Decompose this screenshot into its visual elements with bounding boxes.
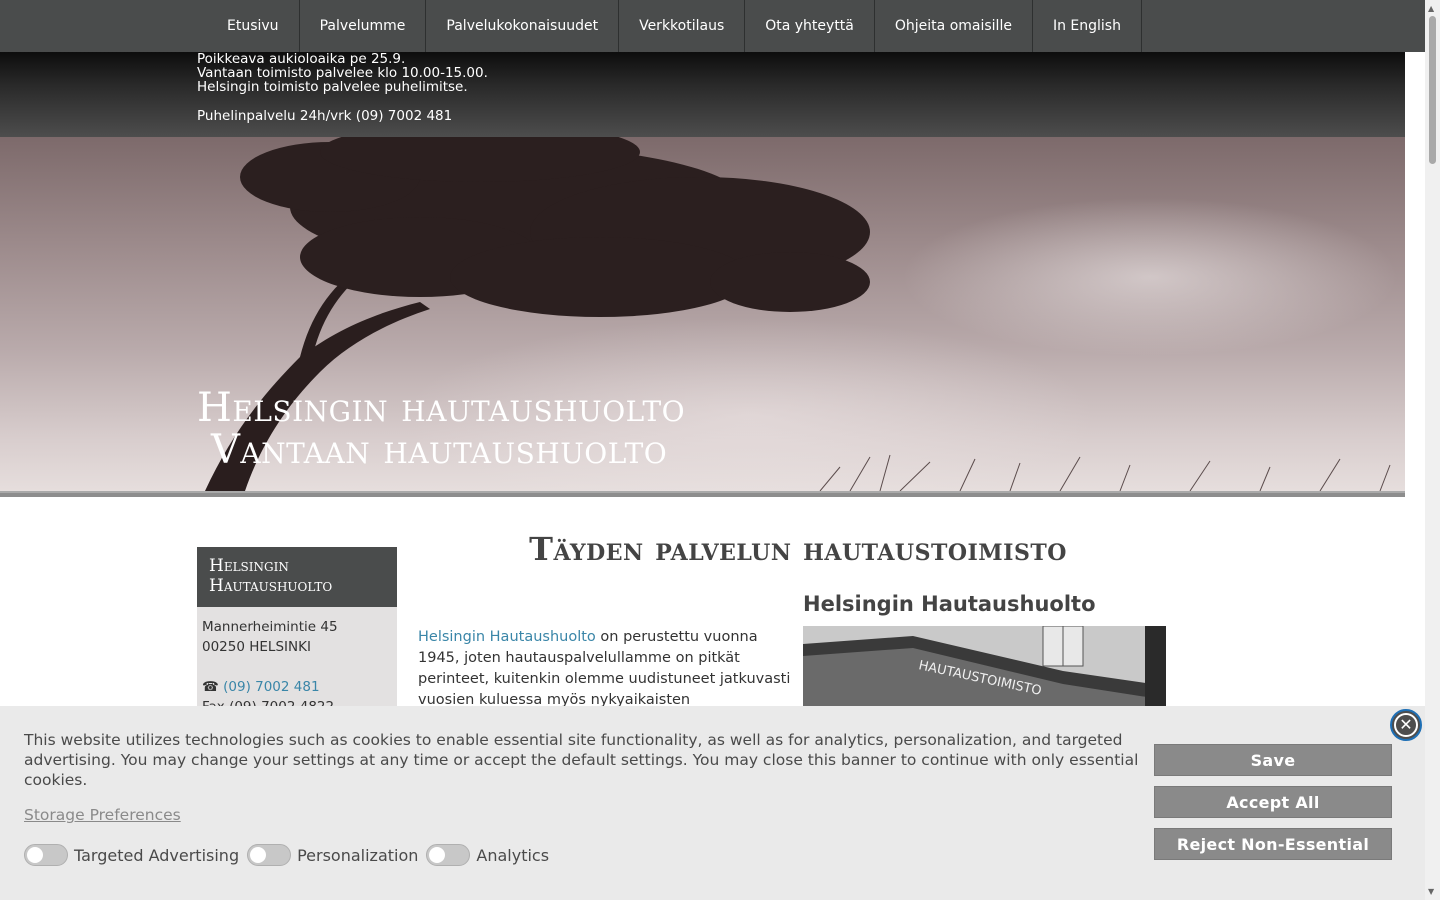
toggle-targeted-advertising[interactable]: Targeted Advertising [24,844,239,866]
intro-link[interactable]: Helsingin Hautaushuolto [418,629,596,645]
opening-hours-notice: Poikkeava aukioloaika pe 25.9. Vantaan t… [0,52,1405,137]
address-line: Mannerheimintie 45 [202,619,338,635]
toggle-label: Personalization [297,845,419,865]
hero-divider [0,491,1405,497]
notice-text: Poikkeava aukioloaika pe 25.9. Vantaan t… [197,52,488,94]
storage-preferences-link[interactable]: Storage Preferences [24,806,181,824]
toggle-label: Analytics [476,845,550,865]
nav-item-ota-yhteytta[interactable]: Ota yhteyttä [745,0,875,52]
phone-service-text: Puhelinpalvelu 24h/vrk (09) 7002 481 [197,108,453,124]
hero-title: Helsingin hautaushuolto Vantaan hautaush… [197,387,685,471]
cookie-toggles: Targeted Advertising Personalization Ana… [24,844,557,866]
toggle-personalization[interactable]: Personalization [247,844,418,866]
accept-all-button[interactable]: Accept All [1154,786,1392,818]
nav-item-palvelumme[interactable]: Palvelumme [300,0,427,52]
office-building-image: HAUTAUSTOIMISTO [803,626,1166,716]
cookie-message: This website utilizes technologies such … [24,731,1139,789]
phone-row: ☎ (09) 7002 481 [202,677,392,697]
scrollbar-thumb[interactable] [1429,16,1436,164]
scroll-down-icon[interactable]: ▼ [1428,887,1434,896]
toggle-switch[interactable] [24,844,68,866]
nav-item-verkkotilaus[interactable]: Verkkotilaus [619,0,746,52]
toggle-switch[interactable] [247,844,292,866]
address-line: 00250 HELSINKI [202,639,311,655]
hero-title-line: Vantaan hautaushuolto [211,427,668,473]
scroll-up-icon[interactable]: ▲ [1428,4,1434,13]
hero-banner: Helsingin hautaushuolto Vantaan hautaush… [0,137,1405,491]
reject-non-essential-button[interactable]: Reject Non-Essential [1154,828,1392,860]
notice-line: Helsingin toimisto palvelee puhelimitse. [197,79,468,95]
page-title: Täyden palvelun hautaustoimisto [529,530,1067,568]
office-photo: HAUTAUSTOIMISTO [803,626,1166,716]
cookie-banner: This website utilizes technologies such … [0,706,1425,900]
toggle-switch[interactable] [426,844,471,866]
toggle-analytics[interactable]: Analytics [426,844,549,866]
nav-item-in-english[interactable]: In English [1033,0,1142,52]
scrollbar[interactable]: ▲ ▼ [1425,0,1440,900]
close-icon[interactable]: ✕ [1390,709,1422,741]
phone-icon: ☎ [202,679,219,695]
top-navigation: Etusivu Palvelumme Palvelukokonaisuudet … [0,0,1425,52]
toggle-label: Targeted Advertising [74,845,240,865]
contact-box-title: Helsingin Hautaushuolto [197,547,397,607]
notice-line: Poikkeava aukioloaika pe 25.9. [197,51,406,67]
phone-link[interactable]: (09) 7002 481 [223,679,319,695]
notice-line: Vantaan toimisto palvelee klo 10.00-15.0… [197,65,488,81]
office-photo-title: Helsingin Hautaushuolto [803,592,1096,616]
nav-item-etusivu[interactable]: Etusivu [207,0,300,52]
nav-item-palvelukokonaisuudet[interactable]: Palvelukokonaisuudet [426,0,620,52]
hero-title-line: Helsingin hautaushuolto [197,385,686,431]
save-button[interactable]: Save [1154,744,1392,776]
close-glyph: ✕ [1394,713,1418,737]
nav-item-ohjeita-omaisille[interactable]: Ohjeita omaisille [875,0,1033,52]
